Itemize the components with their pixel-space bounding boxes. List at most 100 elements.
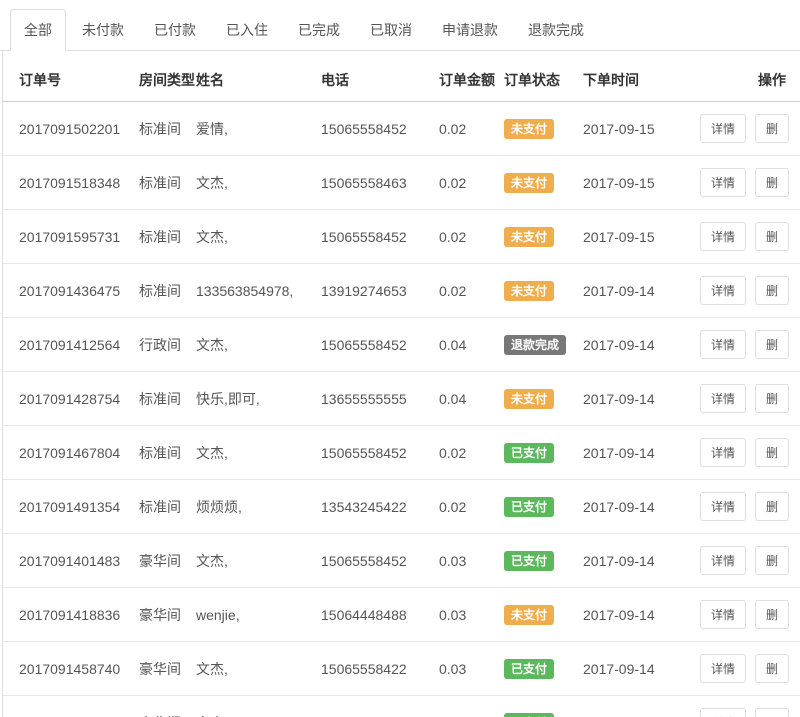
status-cell: 已支付 [496,534,575,588]
orders-table-body: 2017091502201标准间爱情,150655584520.02未支付201… [3,102,800,717]
status-cell: 未支付 [496,588,575,642]
order-number-cell: 2017091404815 [3,696,131,717]
status-badge: 未支付 [504,389,554,409]
amount-cell: 0.04 [431,372,496,426]
amount-cell: 0.02 [431,210,496,264]
detail-button[interactable]: 详情 [700,276,746,305]
room-type-cell: 豪华间 [131,534,188,588]
status-badge: 已支付 [504,551,554,571]
detail-button[interactable]: 详情 [700,708,746,717]
amount-cell: 0.03 [431,534,496,588]
name-cell: 快乐,即可, [188,372,313,426]
status-badge: 退款完成 [504,335,566,355]
phone-cell: 15065558452 [313,318,431,372]
delete-button[interactable]: 删 [755,114,789,143]
order-time-cell: 2017-09-15 [575,102,683,156]
actions-cell: 详情删 [683,318,800,372]
detail-button[interactable]: 详情 [700,384,746,413]
table-row: 2017091595731标准间文杰,150655584520.02未支付201… [3,210,800,264]
status-badge: 未支付 [504,605,554,625]
order-number-cell: 2017091518348 [3,156,131,210]
delete-button[interactable]: 删 [755,438,789,467]
column-header-3: 姓名 [188,59,313,102]
table-row: 2017091436475标准间133563854978,13919274653… [3,264,800,318]
status-badge: 已支付 [504,713,554,717]
order-time-cell: 2017-09-14 [575,534,683,588]
phone-cell: 15065558452 [313,102,431,156]
table-row: 2017091401483豪华间文杰,150655584520.03已支付201… [3,534,800,588]
delete-button[interactable]: 删 [755,708,789,717]
order-number-cell: 2017091401483 [3,534,131,588]
actions-cell: 详情删 [683,426,800,480]
tab-已完成[interactable]: 已完成 [284,9,354,51]
delete-button[interactable]: 删 [755,222,789,251]
actions-cell: 详情删 [683,156,800,210]
status-cell: 已支付 [496,696,575,717]
delete-button[interactable]: 删 [755,168,789,197]
detail-button[interactable]: 详情 [700,168,746,197]
status-cell: 未支付 [496,102,575,156]
room-type-cell: 标准间 [131,264,188,318]
table-row: 2017091467804标准间文杰,150655584520.02已支付201… [3,426,800,480]
status-badge: 未支付 [504,227,554,247]
actions-cell: 详情删 [683,264,800,318]
table-row: 2017091518348标准间文杰,150655584630.02未支付201… [3,156,800,210]
tab-申请退款[interactable]: 申请退款 [428,9,512,51]
phone-cell: 13919274653 [313,264,431,318]
order-number-cell: 2017091467804 [3,426,131,480]
name-cell: 文杰, [188,534,313,588]
amount-cell: 0.02 [431,156,496,210]
delete-button[interactable]: 删 [755,384,789,413]
delete-button[interactable]: 删 [755,276,789,305]
tab-未付款[interactable]: 未付款 [68,9,138,51]
room-type-cell: 豪华间 [131,588,188,642]
detail-button[interactable]: 详情 [700,654,746,683]
phone-cell: 15065558452 [313,426,431,480]
tab-退款完成[interactable]: 退款完成 [514,9,598,51]
detail-button[interactable]: 详情 [700,438,746,467]
room-type-cell: 标准间 [131,210,188,264]
actions-cell: 详情删 [683,588,800,642]
detail-button[interactable]: 详情 [700,330,746,359]
room-type-cell: 豪华间 [131,696,188,717]
name-cell: 文杰, [188,642,313,696]
status-cell: 未支付 [496,372,575,426]
tab-已取消[interactable]: 已取消 [356,9,426,51]
detail-button[interactable]: 详情 [700,222,746,251]
room-type-cell: 标准间 [131,156,188,210]
delete-button[interactable]: 删 [755,546,789,575]
room-type-cell: 标准间 [131,372,188,426]
order-time-cell: 2017-09-15 [575,156,683,210]
column-header-1: 订单号 [3,59,131,102]
order-number-cell: 2017091502201 [3,102,131,156]
actions-cell: 详情删 [683,696,800,717]
name-cell: 烦烦烦, [188,480,313,534]
column-header-7: 下单时间 [575,59,683,102]
tab-全部[interactable]: 全部 [10,9,66,51]
order-number-cell: 2017091418836 [3,588,131,642]
tab-已付款[interactable]: 已付款 [140,9,210,51]
delete-button[interactable]: 删 [755,330,789,359]
detail-button[interactable]: 详情 [700,492,746,521]
table-header-row: 订单号房间类型姓名电话订单金额订单状态下单时间操作 [3,59,800,102]
name-cell: 文杰, [188,156,313,210]
name-cell: wenjie, [188,588,313,642]
delete-button[interactable]: 删 [755,492,789,521]
order-number-cell: 2017091458740 [3,642,131,696]
amount-cell: 0.02 [431,426,496,480]
tab-已入住[interactable]: 已入住 [212,9,282,51]
detail-button[interactable]: 详情 [700,600,746,629]
order-status-tabs: 全部未付款已付款已入住已完成已取消申请退款退款完成 [0,10,800,51]
order-time-cell: 2017-09-15 [575,210,683,264]
actions-cell: 详情删 [683,534,800,588]
detail-button[interactable]: 详情 [700,546,746,575]
phone-cell: 15065558422 [313,642,431,696]
column-header-4: 电话 [313,59,431,102]
detail-button[interactable]: 详情 [700,114,746,143]
delete-button[interactable]: 删 [755,654,789,683]
delete-button[interactable]: 删 [755,600,789,629]
orders-panel: 订单号房间类型姓名电话订单金额订单状态下单时间操作 2017091502201标… [2,51,800,717]
room-type-cell: 标准间 [131,480,188,534]
name-cell: 文杰, [188,696,313,717]
actions-cell: 详情删 [683,372,800,426]
